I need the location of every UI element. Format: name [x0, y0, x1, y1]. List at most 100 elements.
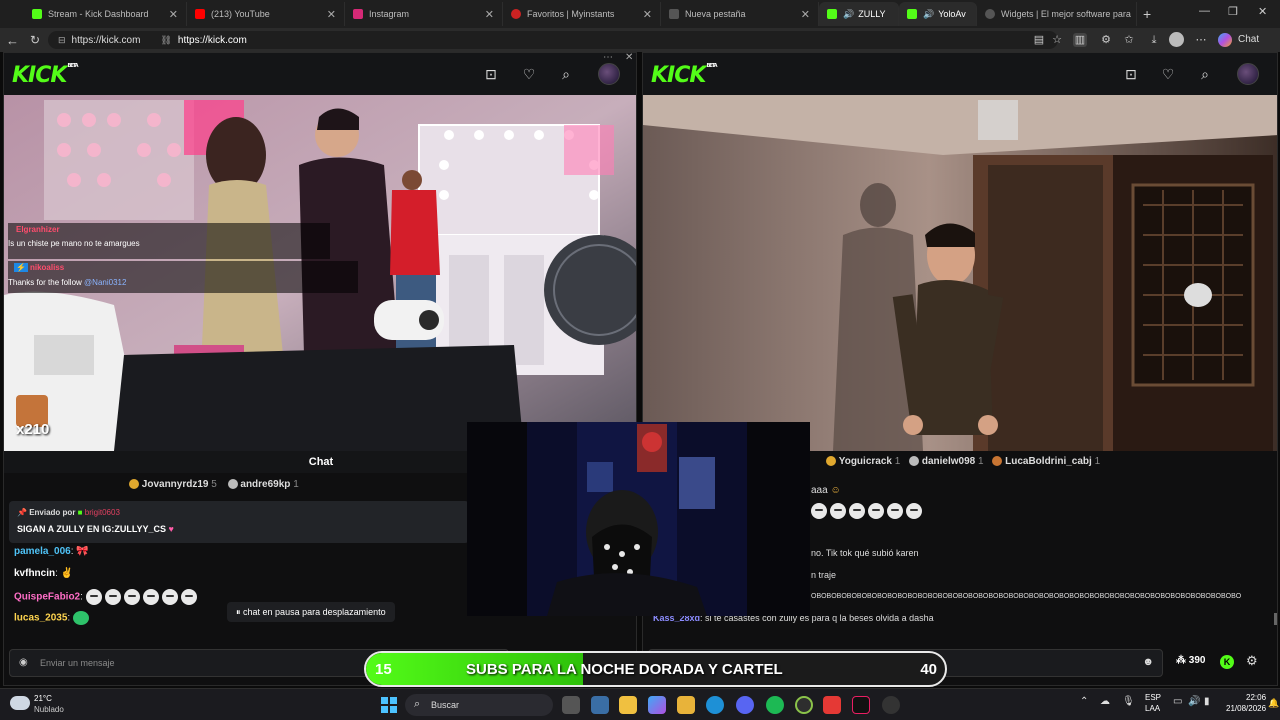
chat-message: kvfhncin: ✌ [14, 568, 74, 579]
cloudy-weather-icon[interactable] [10, 696, 30, 710]
close-tab-icon[interactable]: ✕ [479, 8, 494, 21]
spotify-icon[interactable] [766, 696, 784, 714]
kick-favicon-icon [32, 9, 42, 19]
tab-yoloav[interactable]: 🔊 YoloAv [899, 2, 977, 26]
tiktok-icon[interactable] [852, 696, 870, 714]
language-bottom[interactable]: LAA [1145, 704, 1160, 713]
kick-k-icon[interactable]: K [1220, 655, 1234, 669]
game-launcher-icon[interactable] [823, 696, 841, 714]
gifter-name[interactable]: Yoguicrack [839, 456, 892, 467]
chat-username[interactable]: QuispeFabio2 [14, 592, 80, 603]
download-icon[interactable]: ⤓ [1147, 33, 1161, 47]
right-video-frame [643, 95, 1277, 451]
back-icon[interactable]: ← [6, 33, 19, 48]
right-stream-video[interactable] [643, 95, 1277, 451]
search-icon[interactable]: ⌕ [1197, 66, 1213, 82]
extensions-icon[interactable]: ⚙ [1099, 33, 1113, 47]
close-tab-icon[interactable]: ✕ [1131, 8, 1136, 21]
microphone-icon[interactable]: 🎙 [1122, 696, 1135, 707]
chat-username[interactable]: pamela_006 [14, 546, 71, 557]
gifter-name[interactable]: Jovannyrdz19 [142, 479, 209, 490]
edge-browser-icon[interactable] [706, 696, 724, 714]
close-tab-icon[interactable]: ✕ [795, 8, 810, 21]
tab-title: Favoritos | Myinstants [527, 9, 615, 19]
gifter-name[interactable]: LucaBoldrini_cabj [1005, 456, 1092, 467]
myinstants-favicon-icon [511, 9, 521, 19]
tab-title: Stream - Kick Dashboard [48, 9, 149, 19]
site-info-icon[interactable]: ⊟ [58, 35, 66, 46]
chat-paused-button[interactable]: ⏸ chat en pausa para desplazamiento [227, 602, 395, 622]
tab-title: Widgets | El mejor software para [1001, 9, 1131, 19]
kick-logo[interactable]: KICKBETA [651, 63, 718, 88]
reader-icon[interactable]: ▤ [1032, 33, 1046, 47]
clock-date[interactable]: 21/08/2026 [1226, 704, 1266, 713]
gifter-name[interactable]: andre69kp [240, 479, 290, 490]
copilot-icon[interactable] [1218, 33, 1232, 47]
favorite-star-icon[interactable]: ☆ [1050, 33, 1064, 47]
left-stream-video[interactable]: Elgranhizer Is un chiste pe mano no te a… [4, 95, 636, 451]
new-tab-plus-icon[interactable]: + [1143, 6, 1151, 22]
pinned-message[interactable]: 📌 Enviado por ■ brigit0603 SIGAN A ZULLY… [9, 501, 469, 543]
close-panel-icon[interactable]: ✕ [625, 52, 633, 63]
clips-icon[interactable]: ⊡ [483, 66, 499, 82]
search-icon[interactable]: ⌕ [558, 66, 574, 82]
onedrive-icon[interactable]: ☁ [1100, 696, 1110, 707]
network-icon[interactable]: ▭ [1173, 696, 1182, 707]
hands-emote-icon: ✌ [60, 568, 74, 579]
url-bar[interactable]: ⊟ https://kick.com ⛓ https://kick.com [48, 31, 1058, 49]
tab-title: Nueva pestaña [685, 9, 746, 19]
close-tab-icon[interactable]: ✕ [321, 8, 336, 21]
notifications-icon[interactable]: 🔔 [1268, 698, 1279, 709]
close-window-icon[interactable]: ✕ [1258, 5, 1267, 18]
tab-myinstants[interactable]: Favoritos | Myinstants ✕ [503, 2, 661, 26]
user-avatar[interactable] [598, 63, 620, 85]
gifter-name[interactable]: danielw098 [922, 456, 975, 467]
copilot-chat-label[interactable]: Chat [1238, 34, 1259, 45]
gold-badge-icon [826, 456, 836, 467]
language-top[interactable]: ESP [1145, 693, 1161, 702]
badge-icon: ⚡ [14, 263, 28, 272]
more-options-icon[interactable]: ⋯ [603, 52, 613, 63]
file-explorer-icon[interactable] [619, 696, 637, 714]
kick-logo[interactable]: KICKBETA [12, 63, 79, 88]
obs-studio-icon[interactable] [882, 696, 900, 714]
tab-youtube[interactable]: (213) YouTube ✕ [187, 2, 345, 26]
favorites-icon[interactable]: ✩ [1122, 33, 1136, 47]
copilot-app-icon[interactable] [648, 696, 666, 714]
kicks-balance[interactable]: ⁂ 390 [1176, 655, 1205, 666]
minimize-icon[interactable]: — [1199, 5, 1210, 17]
chat-settings-gear-icon[interactable]: ⚙ [1246, 653, 1258, 669]
widgets-app-icon[interactable] [591, 696, 609, 714]
refresh-icon[interactable]: ↻ [30, 33, 40, 47]
battery-icon[interactable]: ▮ [1204, 696, 1210, 707]
tab-zully[interactable]: 🔊 ZULLY [819, 2, 899, 26]
chat-username[interactable]: lucas_2035 [14, 613, 67, 624]
profile-avatar[interactable] [1169, 32, 1184, 47]
user-avatar[interactable] [1237, 63, 1259, 85]
maximize-icon[interactable]: ❐ [1228, 5, 1238, 18]
tab-instagram[interactable]: Instagram ✕ [345, 2, 503, 26]
volume-icon[interactable]: 🔊 [1188, 696, 1200, 707]
tab-new-tab[interactable]: Nueva pestaña ✕ [661, 2, 819, 26]
clips-icon[interactable]: ⊡ [1123, 66, 1139, 82]
chat-scrollbar[interactable] [1274, 613, 1277, 625]
chat-username[interactable]: kvfhncin [14, 568, 55, 579]
show-hidden-icons-icon[interactable]: ⌃ [1080, 696, 1088, 707]
task-view-icon[interactable] [562, 696, 580, 714]
more-menu-icon[interactable]: ⋯ [1194, 33, 1208, 47]
following-heart-icon[interactable]: ♡ [1160, 66, 1176, 82]
split-screen-icon[interactable]: ▥ [1073, 33, 1087, 47]
folder-icon[interactable] [677, 696, 695, 714]
tab-kick-dashboard[interactable]: Stream - Kick Dashboard ✕ [24, 2, 187, 26]
windows-start-icon[interactable] [381, 697, 397, 713]
following-heart-icon[interactable]: ♡ [521, 66, 537, 82]
close-tab-icon[interactable]: ✕ [163, 8, 178, 21]
chat-text: n traje [811, 570, 837, 580]
clock-time[interactable]: 22:06 [1246, 693, 1266, 702]
taskbar-search[interactable]: ⌕ Buscar [405, 694, 553, 716]
tab-widgets[interactable]: Widgets | El mejor software para ✕ [977, 2, 1137, 26]
discord-icon[interactable] [736, 696, 754, 714]
emoji-picker-icon[interactable]: ☻ [1142, 656, 1154, 668]
xbox-app-icon[interactable] [795, 696, 813, 714]
close-tab-icon[interactable]: ✕ [637, 8, 652, 21]
